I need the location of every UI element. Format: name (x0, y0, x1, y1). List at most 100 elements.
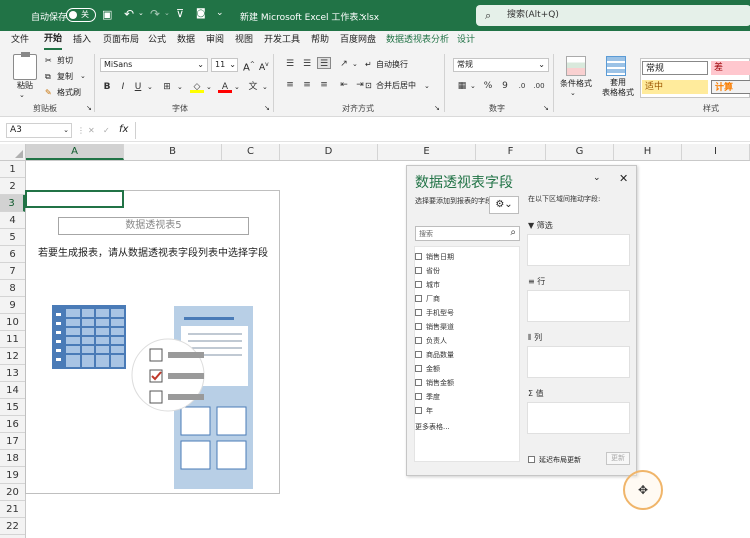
tab-design[interactable]: 设计 (457, 31, 475, 50)
title-chevron-icon[interactable]: ⌄ (358, 9, 366, 19)
cond-format-dropdown-icon[interactable]: ⌄ (570, 88, 576, 99)
autosave-toggle[interactable]: 关 (66, 8, 96, 22)
name-box[interactable]: A3 ⌄ (6, 123, 72, 138)
row-header[interactable]: 10 (0, 314, 25, 331)
row-header[interactable]: 20 (0, 484, 25, 501)
field-item[interactable]: 销售金额 (415, 379, 454, 388)
accounting-format-icon[interactable]: ▦ (455, 80, 469, 92)
style-normal[interactable]: 常规 (642, 61, 708, 75)
underline-dropdown-icon[interactable]: ⌄ (147, 82, 153, 93)
row-header[interactable]: 9 (0, 297, 25, 314)
field-item[interactable]: 城市 (415, 281, 440, 290)
merge-center-icon[interactable]: ⊡ (365, 80, 372, 91)
font-color-dropdown-icon[interactable]: ⌄ (234, 82, 240, 93)
field-item[interactable]: 年 (415, 407, 433, 416)
comma-style-icon[interactable]: 9 (498, 80, 512, 92)
format-painter-icon[interactable]: ✎ (45, 87, 52, 98)
italic-button[interactable]: I (116, 81, 130, 93)
field-item[interactable]: 金额 (415, 365, 440, 374)
align-bottom-icon[interactable]: ☰ (317, 57, 331, 69)
column-header-e[interactable]: E (378, 144, 476, 160)
pivot-table-placeholder[interactable]: 数据透视表5 若要生成报表，请从数据透视表字段列表中选择字段 (25, 190, 280, 494)
enter-icon[interactable]: ✓ (103, 125, 110, 136)
column-header-h[interactable]: H (614, 144, 682, 160)
conditional-format-button[interactable]: 条件格式 (560, 78, 592, 89)
wrap-text-icon[interactable]: ↵ (365, 59, 372, 70)
underline-button[interactable]: U (131, 81, 145, 93)
row-header[interactable]: 18 (0, 450, 25, 467)
tab-insert[interactable]: 插入 (73, 31, 91, 50)
field-item[interactable]: 厂商 (415, 295, 440, 304)
redo-dropdown-icon[interactable]: ⌄ (164, 9, 170, 17)
fill-color-dropdown-icon[interactable]: ⌄ (206, 82, 212, 93)
vertical-dots-icon[interactable]: ⋮ (77, 125, 85, 136)
orientation-icon[interactable]: ↗ (337, 58, 351, 70)
values-drop-zone[interactable] (527, 402, 630, 434)
align-middle-icon[interactable]: ☰ (300, 58, 314, 70)
column-header-f[interactable]: F (476, 144, 546, 160)
row-header[interactable]: 8 (0, 280, 25, 297)
pane-options-icon[interactable]: ⌄ (593, 173, 601, 183)
select-all-corner[interactable] (0, 144, 26, 160)
tab-pivot-analyze[interactable]: 数据透视表分析 (386, 31, 449, 50)
orientation-dropdown-icon[interactable]: ⌄ (352, 59, 358, 70)
copy-icon[interactable]: ⧉ (45, 71, 51, 82)
field-item[interactable]: 省份 (415, 267, 440, 276)
undo-dropdown-icon[interactable]: ⌄ (138, 9, 144, 17)
row-header[interactable]: 6 (0, 246, 25, 263)
defer-update-checkbox[interactable]: 延迟布局更新 (528, 455, 581, 465)
close-icon[interactable]: ✕ (619, 172, 628, 185)
decrease-decimal-icon[interactable]: .00 (532, 80, 546, 92)
column-header-a[interactable]: A (26, 144, 124, 160)
tab-formulas[interactable]: 公式 (148, 31, 166, 50)
bold-button[interactable]: B (100, 81, 114, 93)
border-icon[interactable]: ⊞ (160, 81, 174, 93)
table-format-button[interactable]: 套用 表格格式 (602, 78, 634, 98)
tab-help[interactable]: 帮助 (311, 31, 329, 50)
insert-function-icon[interactable]: fx (119, 124, 128, 135)
row-header[interactable]: 17 (0, 433, 25, 450)
column-header-g[interactable]: G (546, 144, 614, 160)
align-center-icon[interactable]: ≡ (300, 79, 314, 91)
row-header[interactable]: 12 (0, 348, 25, 365)
column-header-i[interactable]: I (682, 144, 750, 160)
copy-button[interactable]: 复制 (57, 71, 73, 82)
row-header[interactable]: 1 (0, 161, 25, 178)
redo-icon[interactable]: ↷ (150, 7, 160, 21)
gear-icon[interactable]: ⚙⌄ (489, 196, 519, 214)
font-color-icon[interactable]: A (218, 81, 232, 93)
cut-button[interactable]: 剪切 (57, 55, 73, 66)
font-size-select[interactable]: 11 ⌄ (211, 58, 238, 72)
number-format-select[interactable]: 常规 ⌄ (453, 58, 549, 72)
undo-icon[interactable]: ↶ (124, 7, 134, 21)
tab-view[interactable]: 视图 (235, 31, 253, 50)
row-header[interactable]: 11 (0, 331, 25, 348)
field-item[interactable]: 季度 (415, 393, 440, 402)
row-header[interactable]: 3 (0, 195, 25, 212)
row-header[interactable]: 5 (0, 229, 25, 246)
fill-color-icon[interactable]: ◇ (190, 81, 204, 93)
field-item[interactable]: 负责人 (415, 337, 447, 346)
row-header[interactable]: 13 (0, 365, 25, 382)
increase-decimal-icon[interactable]: .0 (515, 80, 529, 92)
cancel-icon[interactable]: ✕ (88, 125, 95, 136)
number-launcher-icon[interactable]: ↘ (543, 103, 549, 114)
tab-review[interactable]: 审阅 (206, 31, 224, 50)
tab-data[interactable]: 数据 (177, 31, 195, 50)
rows-drop-zone[interactable] (527, 290, 630, 322)
camera-icon[interactable]: ◙ (196, 8, 206, 19)
clipboard-launcher-icon[interactable]: ↘ (86, 103, 92, 114)
merge-center-button[interactable]: 合并后居中 (376, 80, 416, 91)
save-icon[interactable]: ▣ (102, 8, 112, 21)
row-header[interactable]: 22 (0, 518, 25, 535)
search-box[interactable]: ⌕ 搜索(Alt+Q) (476, 5, 750, 26)
customize-qat-icon[interactable]: ⌄ (216, 8, 224, 18)
column-header-b[interactable]: B (124, 144, 222, 160)
table-format-icon[interactable] (606, 56, 626, 76)
column-header-d[interactable]: D (280, 144, 378, 160)
wrap-text-button[interactable]: 自动换行 (376, 59, 408, 70)
phonetic-dropdown-icon[interactable]: ⌄ (262, 82, 268, 93)
row-header[interactable]: 15 (0, 399, 25, 416)
row-header[interactable]: 16 (0, 416, 25, 433)
tab-developer[interactable]: 开发工具 (264, 31, 300, 50)
